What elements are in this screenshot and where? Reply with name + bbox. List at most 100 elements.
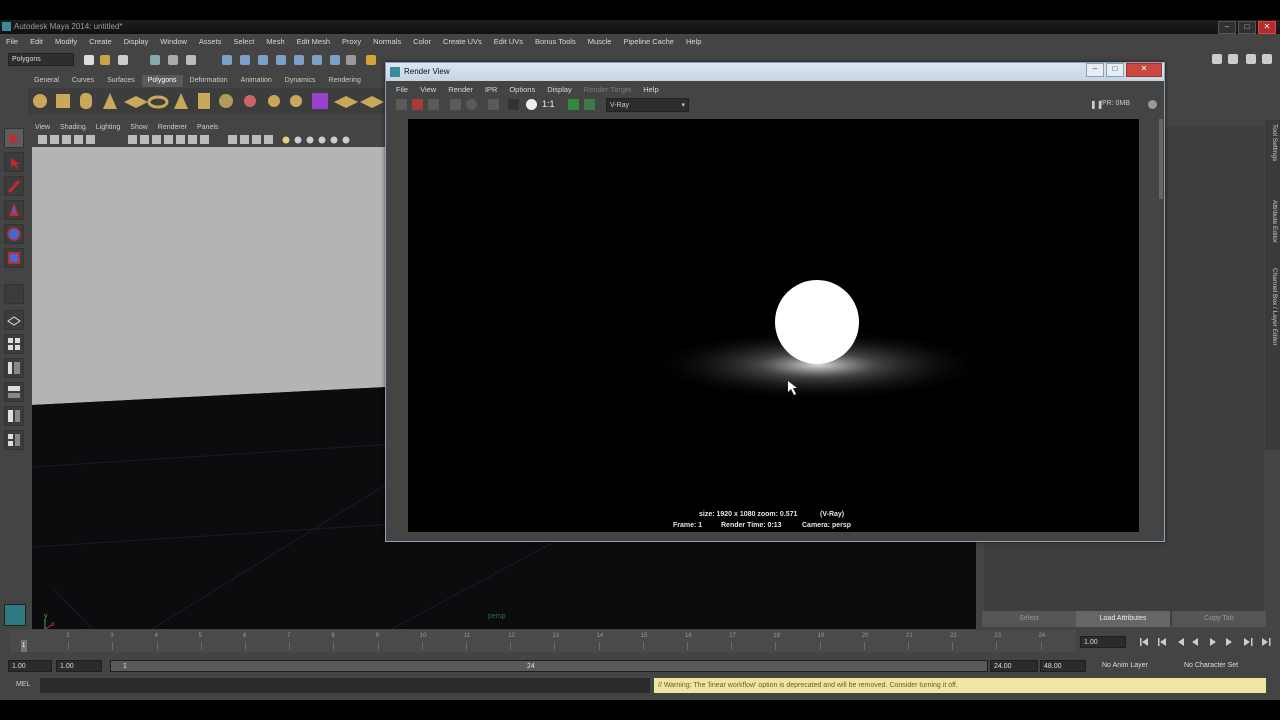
poly-plane-icon[interactable] bbox=[124, 96, 148, 108]
safe-action-icon[interactable] bbox=[188, 135, 197, 144]
menu-bonus-tools[interactable]: Bonus Tools bbox=[529, 35, 582, 49]
select-object-icon[interactable] bbox=[168, 55, 178, 65]
scale-tool[interactable] bbox=[4, 248, 24, 268]
open-scene-icon[interactable] bbox=[100, 55, 110, 65]
layout-four-pane[interactable] bbox=[4, 334, 24, 354]
play-backwards-icon[interactable] bbox=[1192, 638, 1198, 646]
tool-settings-tab[interactable]: Tool Settings bbox=[1267, 124, 1278, 161]
display-rgb-icon[interactable] bbox=[508, 99, 519, 110]
snap-point-icon[interactable] bbox=[258, 55, 268, 65]
history-icon[interactable] bbox=[312, 55, 322, 65]
extrude-icon[interactable] bbox=[334, 96, 358, 108]
panel-menu-view[interactable]: View bbox=[30, 122, 55, 134]
poly-cone-icon[interactable] bbox=[103, 93, 117, 109]
layout-hypershade[interactable] bbox=[4, 406, 24, 426]
menu-create-uvs[interactable]: Create UVs bbox=[437, 35, 488, 49]
shelf-tab-dynamics[interactable]: Dynamics bbox=[279, 75, 322, 87]
menu-color[interactable]: Color bbox=[407, 35, 437, 49]
menu-proxy[interactable]: Proxy bbox=[336, 35, 367, 49]
rv-menu-file[interactable]: File bbox=[390, 83, 414, 97]
attribute-editor-tab[interactable]: Attribute Editor bbox=[1267, 200, 1278, 243]
step-forward-frame-icon[interactable] bbox=[1226, 638, 1232, 646]
snap-surface-icon[interactable] bbox=[294, 55, 304, 65]
shelf-tab-polygons[interactable]: Polygons bbox=[141, 75, 183, 87]
menu-muscle[interactable]: Muscle bbox=[582, 35, 618, 49]
go-to-start-icon[interactable] bbox=[1142, 638, 1148, 646]
save-scene-icon[interactable] bbox=[118, 55, 128, 65]
smooth-shade-icon[interactable] bbox=[240, 135, 249, 144]
menu-create[interactable]: Create bbox=[83, 35, 118, 49]
rv-menu-help[interactable]: Help bbox=[637, 83, 664, 97]
rv-menu-view[interactable]: View bbox=[414, 83, 442, 97]
safe-title-icon[interactable] bbox=[200, 135, 209, 144]
playback-end-field[interactable]: 24.00 bbox=[990, 660, 1038, 672]
menu-help[interactable]: Help bbox=[680, 35, 707, 49]
render-view-scrollbar[interactable] bbox=[1159, 119, 1163, 199]
render-view-close-button[interactable]: ✕ bbox=[1126, 63, 1162, 77]
new-scene-icon[interactable] bbox=[84, 55, 94, 65]
poly-soccer-ball-icon[interactable] bbox=[219, 94, 233, 108]
range-bar[interactable]: 1 24 bbox=[110, 660, 988, 672]
poly-torus-icon[interactable] bbox=[147, 95, 169, 109]
render-region-icon[interactable] bbox=[412, 99, 423, 110]
layout-persp-top[interactable] bbox=[4, 430, 24, 450]
field-chart-icon[interactable] bbox=[176, 135, 185, 144]
bridge-icon[interactable] bbox=[360, 96, 384, 108]
move-tool[interactable] bbox=[4, 200, 24, 220]
animation-end-field[interactable]: 48.00 bbox=[1040, 660, 1086, 672]
shelf-tab-curves[interactable]: Curves bbox=[66, 75, 100, 87]
select-tool[interactable] bbox=[4, 128, 24, 148]
maximize-button[interactable]: □ bbox=[1238, 21, 1256, 34]
extract-icon[interactable] bbox=[290, 95, 302, 107]
menu-assets[interactable]: Assets bbox=[193, 35, 228, 49]
layout-single-pane[interactable] bbox=[4, 310, 24, 330]
toggle-channel-box-icon[interactable] bbox=[1246, 54, 1256, 64]
menu-edit-mesh[interactable]: Edit Mesh bbox=[291, 35, 336, 49]
character-set-dropdown[interactable]: No Character Set bbox=[1184, 662, 1238, 669]
keep-image-icon[interactable] bbox=[568, 99, 579, 110]
refresh-ipr-icon[interactable] bbox=[466, 99, 477, 110]
panel-menu-renderer[interactable]: Renderer bbox=[153, 122, 192, 134]
panel-menu-panels[interactable]: Panels bbox=[192, 122, 223, 134]
animation-start-field[interactable]: 1.00 bbox=[8, 660, 52, 672]
load-attributes-button[interactable]: Load Attributes bbox=[1076, 611, 1170, 627]
gate-mask-icon[interactable] bbox=[164, 135, 173, 144]
copy-tab-button[interactable]: Copy Tab bbox=[1172, 611, 1266, 627]
render-view-maximize-button[interactable]: □ bbox=[1106, 63, 1124, 77]
menu-modify[interactable]: Modify bbox=[49, 35, 83, 49]
snap-plane-icon[interactable] bbox=[276, 55, 286, 65]
construction-history-icon[interactable] bbox=[330, 55, 340, 65]
textured-icon[interactable] bbox=[264, 135, 273, 144]
toggle-layer-editor-icon[interactable] bbox=[1262, 54, 1272, 64]
separate-icon[interactable] bbox=[268, 95, 280, 107]
depth-of-field-icon[interactable] bbox=[342, 136, 350, 144]
poly-pyramid-icon[interactable] bbox=[174, 93, 188, 109]
select-component-icon[interactable] bbox=[186, 55, 196, 65]
lasso-tool[interactable] bbox=[4, 152, 24, 172]
image-plane-icon[interactable] bbox=[74, 135, 83, 144]
rv-menu-render[interactable]: Render bbox=[442, 83, 479, 97]
renderer-dropdown[interactable]: V-Ray ▾ bbox=[606, 98, 689, 112]
shelf-tab-deformation[interactable]: Deformation bbox=[184, 75, 234, 87]
anim-layer-dropdown[interactable]: No Anim Layer bbox=[1102, 662, 1148, 669]
menu-normals[interactable]: Normals bbox=[367, 35, 407, 49]
time-slider[interactable]: 1 2 3 4 5 6 7 8 9 10 11 12 13 14 15 16 17 18 19 20 21 22 23 24 bbox=[10, 630, 1076, 652]
panel-menu-shading[interactable]: Shading bbox=[55, 122, 91, 134]
shelf-tab-animation[interactable]: Animation bbox=[235, 75, 278, 87]
menu-pipeline-cache[interactable]: Pipeline Cache bbox=[617, 35, 679, 49]
grid-icon[interactable] bbox=[128, 135, 137, 144]
poly-prism-icon[interactable] bbox=[198, 93, 210, 109]
select-hierarchy-icon[interactable] bbox=[150, 55, 160, 65]
step-back-key-icon[interactable] bbox=[1160, 638, 1166, 646]
shelf-tab-surfaces[interactable]: Surfaces bbox=[101, 75, 141, 87]
shelf-tab-general[interactable]: General bbox=[28, 75, 65, 87]
panel-menu-show[interactable]: Show bbox=[125, 122, 153, 134]
shadows-icon[interactable] bbox=[294, 136, 302, 144]
minimize-button[interactable]: – bbox=[1218, 21, 1236, 34]
snap-curve-icon[interactable] bbox=[240, 55, 250, 65]
step-forward-key-icon[interactable] bbox=[1244, 638, 1250, 646]
rv-menu-display[interactable]: Display bbox=[541, 83, 578, 97]
menu-edit[interactable]: Edit bbox=[24, 35, 49, 49]
rendered-image[interactable]: size: 1920 x 1080 zoom: 0.571 (V-Ray) Fr… bbox=[408, 119, 1139, 532]
menu-display[interactable]: Display bbox=[118, 35, 155, 49]
